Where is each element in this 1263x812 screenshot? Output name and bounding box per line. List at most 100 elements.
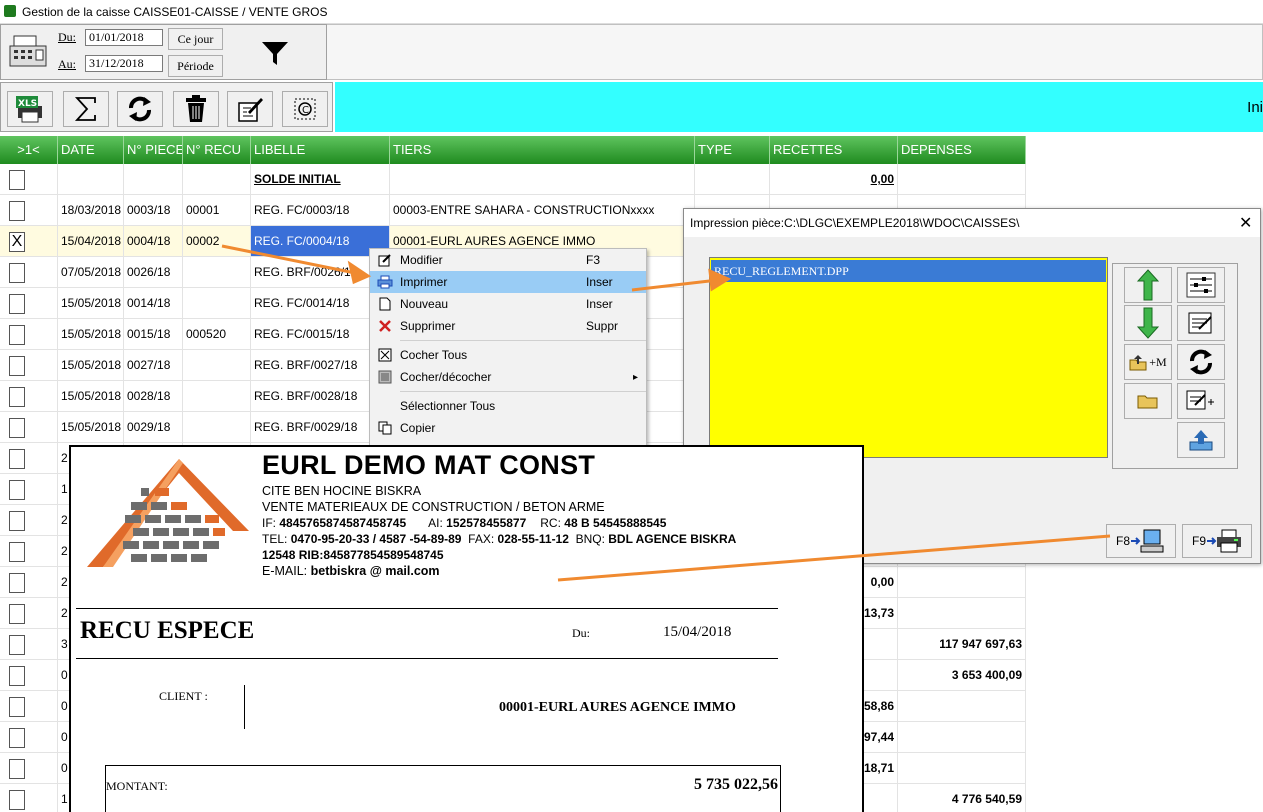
row-checkbox[interactable] [9,666,25,686]
row-checkbox[interactable] [9,480,25,500]
table-row[interactable]: SOLDE INITIAL 0,00 [0,164,1026,195]
dialog-close-icon[interactable]: ✕ [1239,213,1252,233]
delete-x-icon [370,319,400,333]
column-header[interactable]: N° RECU [183,136,251,164]
cell-tiers: 00003-ENTRE SAHARA - CONSTRUCTIONxxxx [390,195,695,225]
row-checkbox-cell [0,288,58,318]
divider [76,658,778,659]
row-checkbox[interactable] [9,387,25,407]
montant-value: 5 735 022,56 [694,776,778,793]
trash-icon[interactable] [173,91,219,127]
xls-print-icon[interactable]: XLS [7,91,53,127]
cell-piece: 0028/18 [124,381,183,411]
row-checkbox-cell [0,443,58,473]
row-checkbox[interactable] [9,697,25,717]
row-checkbox[interactable] [9,790,25,810]
edit-form-add-icon[interactable] [1177,383,1225,419]
row-checkbox[interactable] [9,542,25,562]
f8-preview-button[interactable]: F8 [1106,524,1176,558]
column-header[interactable]: TYPE [695,136,770,164]
menu-item-supprimer[interactable]: Supprimer Suppr [370,315,646,337]
cell-recu [183,412,251,442]
row-checkbox[interactable] [9,759,25,779]
date-from-input[interactable] [85,29,163,46]
sigma-icon[interactable] [63,91,109,127]
context-menu: Modifier F3 Imprimer Inser Nouveau Inser Suppr… [369,248,647,446]
menu-item-copier[interactable]: Copier [370,417,646,439]
file-item-selected[interactable]: RECU_REGLEMENT.DPP [711,260,1106,282]
row-checkbox[interactable] [9,356,25,376]
menu-item-cocher-d-cocher[interactable]: Cocher/décocher ▸ [370,366,646,388]
menu-item-modifier[interactable]: Modifier F3 [370,249,646,271]
menu-item-cocher-tous[interactable]: Cocher Tous [370,344,646,366]
row-checkbox[interactable] [9,511,25,531]
edit-form-icon[interactable] [1177,305,1225,341]
window-titlebar: Gestion de la caisse CAISSE01-CAISSE / V… [0,0,1263,24]
row-checkbox-cell [0,722,58,752]
f9-print-button[interactable]: F9 [1182,524,1252,558]
receipt-date: 15/04/2018 [663,624,732,640]
row-checkbox[interactable] [9,201,25,221]
row-checkbox-cell [0,536,58,566]
row-checkbox[interactable] [9,294,25,314]
cell-piece [124,164,183,194]
row-checkbox[interactable] [9,573,25,593]
edit-icon[interactable] [227,91,273,127]
cell-date: 15/05/2018 [58,412,124,442]
ce-jour-button[interactable]: Ce jour [168,28,223,50]
capture-icon[interactable]: C [282,91,328,127]
menu-separator [400,391,646,392]
row-checkbox[interactable] [9,449,25,469]
column-header[interactable]: RECETTES [770,136,898,164]
import-m-button[interactable]: +M [1124,344,1172,380]
move-down-arrow-icon[interactable] [1124,305,1172,341]
grid-header: >1< DATE N° PIECE N° RECU LIBELLE TIERS TYPE RE… [0,136,1026,164]
file-list[interactable]: RECU_REGLEMENT.DPP [709,257,1108,458]
move-up-arrow-icon[interactable] [1124,267,1172,303]
upload-icon[interactable] [1177,422,1225,458]
menu-item-nouveau[interactable]: Nouveau Inser [370,293,646,315]
row-checkbox-cell [0,164,58,194]
cell-recu: 00001 [183,195,251,225]
column-header[interactable]: >1< [0,136,58,164]
row-checkbox[interactable] [9,418,25,438]
menu-item-imprimer[interactable]: Imprimer Inser [370,271,646,293]
cash-register-icon[interactable] [8,34,48,70]
menu-item-shortcut: Inser [586,297,613,311]
row-checkbox[interactable] [9,728,25,748]
cell-depenses: 3 653 400,09 [898,660,1026,690]
column-header[interactable]: N° PIECE [124,136,183,164]
row-checkbox[interactable] [9,604,25,624]
app-icon [4,5,16,17]
client-name: 00001-EURL AURES AGENCE IMMO [499,700,736,715]
settings-sliders-icon[interactable] [1177,267,1225,303]
row-checkbox-cell [0,567,58,597]
row-checkbox[interactable]: X [9,232,25,252]
plus-m-label: +M [1149,354,1167,369]
filter-funnel-icon[interactable] [259,37,291,69]
company-contact: TEL: 0470-95-20-33 / 4587 -54-89-89 FAX:… [262,532,737,546]
refresh-icon[interactable] [117,91,163,127]
row-checkbox[interactable] [9,170,25,190]
date-to-input[interactable] [85,55,163,72]
column-header[interactable]: DATE [58,136,124,164]
cell-depenses: 117 947 697,63 [898,629,1026,659]
cell-depenses [898,567,1026,597]
row-checkbox-cell [0,753,58,783]
menu-item-shortcut: F3 [586,253,601,267]
row-checkbox[interactable] [9,325,25,345]
row-checkbox[interactable] [9,263,25,283]
menu-item-s-lectionner-tous[interactable]: Sélectionner Tous [370,395,646,417]
row-checkbox[interactable] [9,635,25,655]
column-header[interactable]: TIERS [390,136,695,164]
cell-date: 07/05/2018 [58,257,124,287]
open-folder-icon[interactable] [1124,383,1172,419]
column-header[interactable]: DEPENSES [898,136,1026,164]
row-checkbox-cell [0,474,58,504]
menu-item-label: Supprimer [400,319,456,333]
column-header[interactable]: LIBELLE [251,136,390,164]
row-checkbox-cell: X [0,226,58,256]
refresh-dialog-icon[interactable] [1177,344,1225,380]
toggle-check-icon [370,370,400,384]
periode-button[interactable]: Période [168,55,223,77]
